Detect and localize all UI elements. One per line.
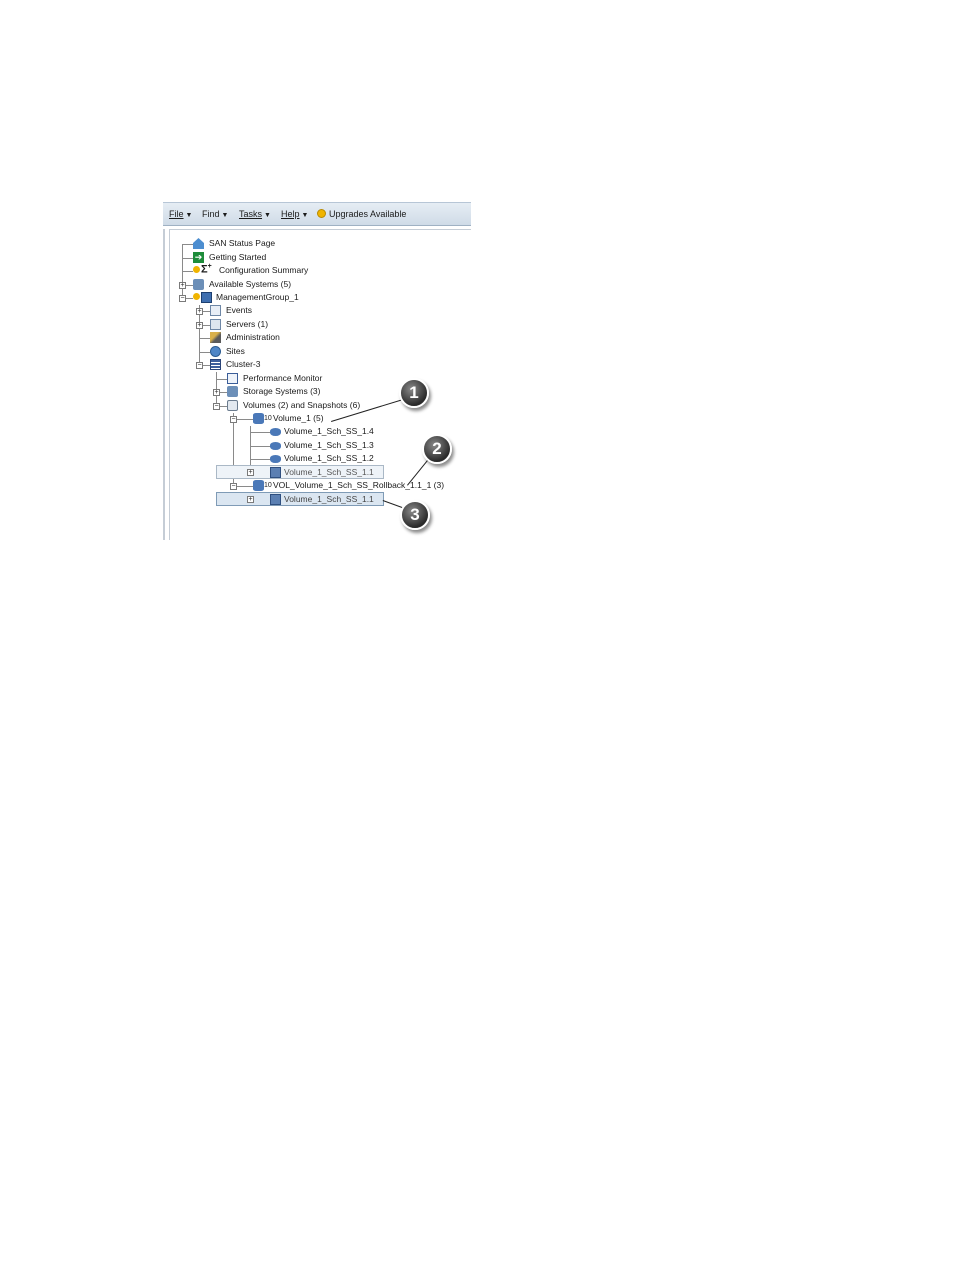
tree-line — [216, 379, 227, 380]
tree-line — [250, 459, 270, 460]
collapse-icon[interactable]: − — [213, 403, 220, 410]
sigma-icon: Σ+ — [201, 263, 212, 276]
snapshot-stack-icon — [270, 467, 281, 478]
snapshot-icon — [270, 455, 281, 463]
volume-type-glyph: 10 — [264, 415, 272, 422]
panel-border — [169, 229, 471, 230]
menu-help[interactable]: Help ▼ — [281, 209, 308, 219]
tree-line — [250, 446, 270, 447]
arrow-right-icon: ➔ — [193, 252, 204, 263]
menu-file[interactable]: File ▼ — [169, 209, 192, 219]
storage-systems-icon — [193, 279, 204, 290]
collapse-icon[interactable]: − — [196, 362, 203, 369]
callout-2: 2 — [422, 434, 452, 464]
globe-icon — [210, 346, 221, 357]
snapshot-icon — [270, 428, 281, 436]
tree-line — [182, 258, 193, 259]
menu-upgrades-available[interactable]: Upgrades Available — [329, 209, 406, 219]
callout-3: 3 — [400, 500, 430, 530]
menu-find[interactable]: Find ▼ — [202, 209, 228, 219]
callout-leader — [382, 500, 404, 509]
server-icon — [210, 319, 221, 330]
callout-1: 1 — [399, 378, 429, 408]
expand-icon[interactable]: + — [196, 322, 203, 329]
collapse-icon[interactable]: − — [230, 483, 237, 490]
tree-line — [182, 244, 193, 245]
panel-border — [163, 229, 165, 540]
expand-icon[interactable]: + — [213, 389, 220, 396]
management-group-icon — [201, 292, 212, 303]
volumes-icon — [227, 400, 238, 411]
cluster-icon — [210, 359, 221, 370]
collapse-icon[interactable]: − — [230, 416, 237, 423]
snapshot-icon — [270, 442, 281, 450]
tree-line — [199, 352, 210, 353]
expand-icon[interactable]: + — [247, 496, 254, 503]
volume-icon — [253, 413, 264, 424]
storage-systems-icon — [227, 386, 238, 397]
tree-line — [182, 245, 183, 299]
expand-icon[interactable]: + — [247, 469, 254, 476]
collapse-icon[interactable]: − — [179, 295, 186, 302]
chart-icon — [227, 373, 238, 384]
administration-icon — [210, 332, 221, 343]
panel-border — [169, 229, 170, 540]
console-screenshot: File ▼ Find ▼ Tasks ▼ Help ▼ Upgrades Availa… — [163, 202, 471, 540]
volume-icon — [253, 480, 264, 491]
expand-icon[interactable]: + — [196, 308, 203, 315]
tree-line — [250, 432, 270, 433]
menu-bar: File ▼ Find ▼ Tasks ▼ Help ▼ Upgrades Availa… — [163, 202, 471, 226]
warning-icon — [193, 293, 200, 300]
warning-icon — [317, 209, 326, 218]
expand-icon[interactable]: + — [179, 282, 186, 289]
volume-type-glyph: 10 — [264, 482, 272, 489]
snapshot-stack-icon — [270, 494, 281, 505]
tree-line — [182, 271, 193, 272]
events-icon — [210, 305, 221, 316]
home-icon — [193, 238, 204, 249]
menu-tasks[interactable]: Tasks ▼ — [239, 209, 271, 219]
warning-icon — [193, 266, 200, 273]
tree-line — [199, 338, 210, 339]
